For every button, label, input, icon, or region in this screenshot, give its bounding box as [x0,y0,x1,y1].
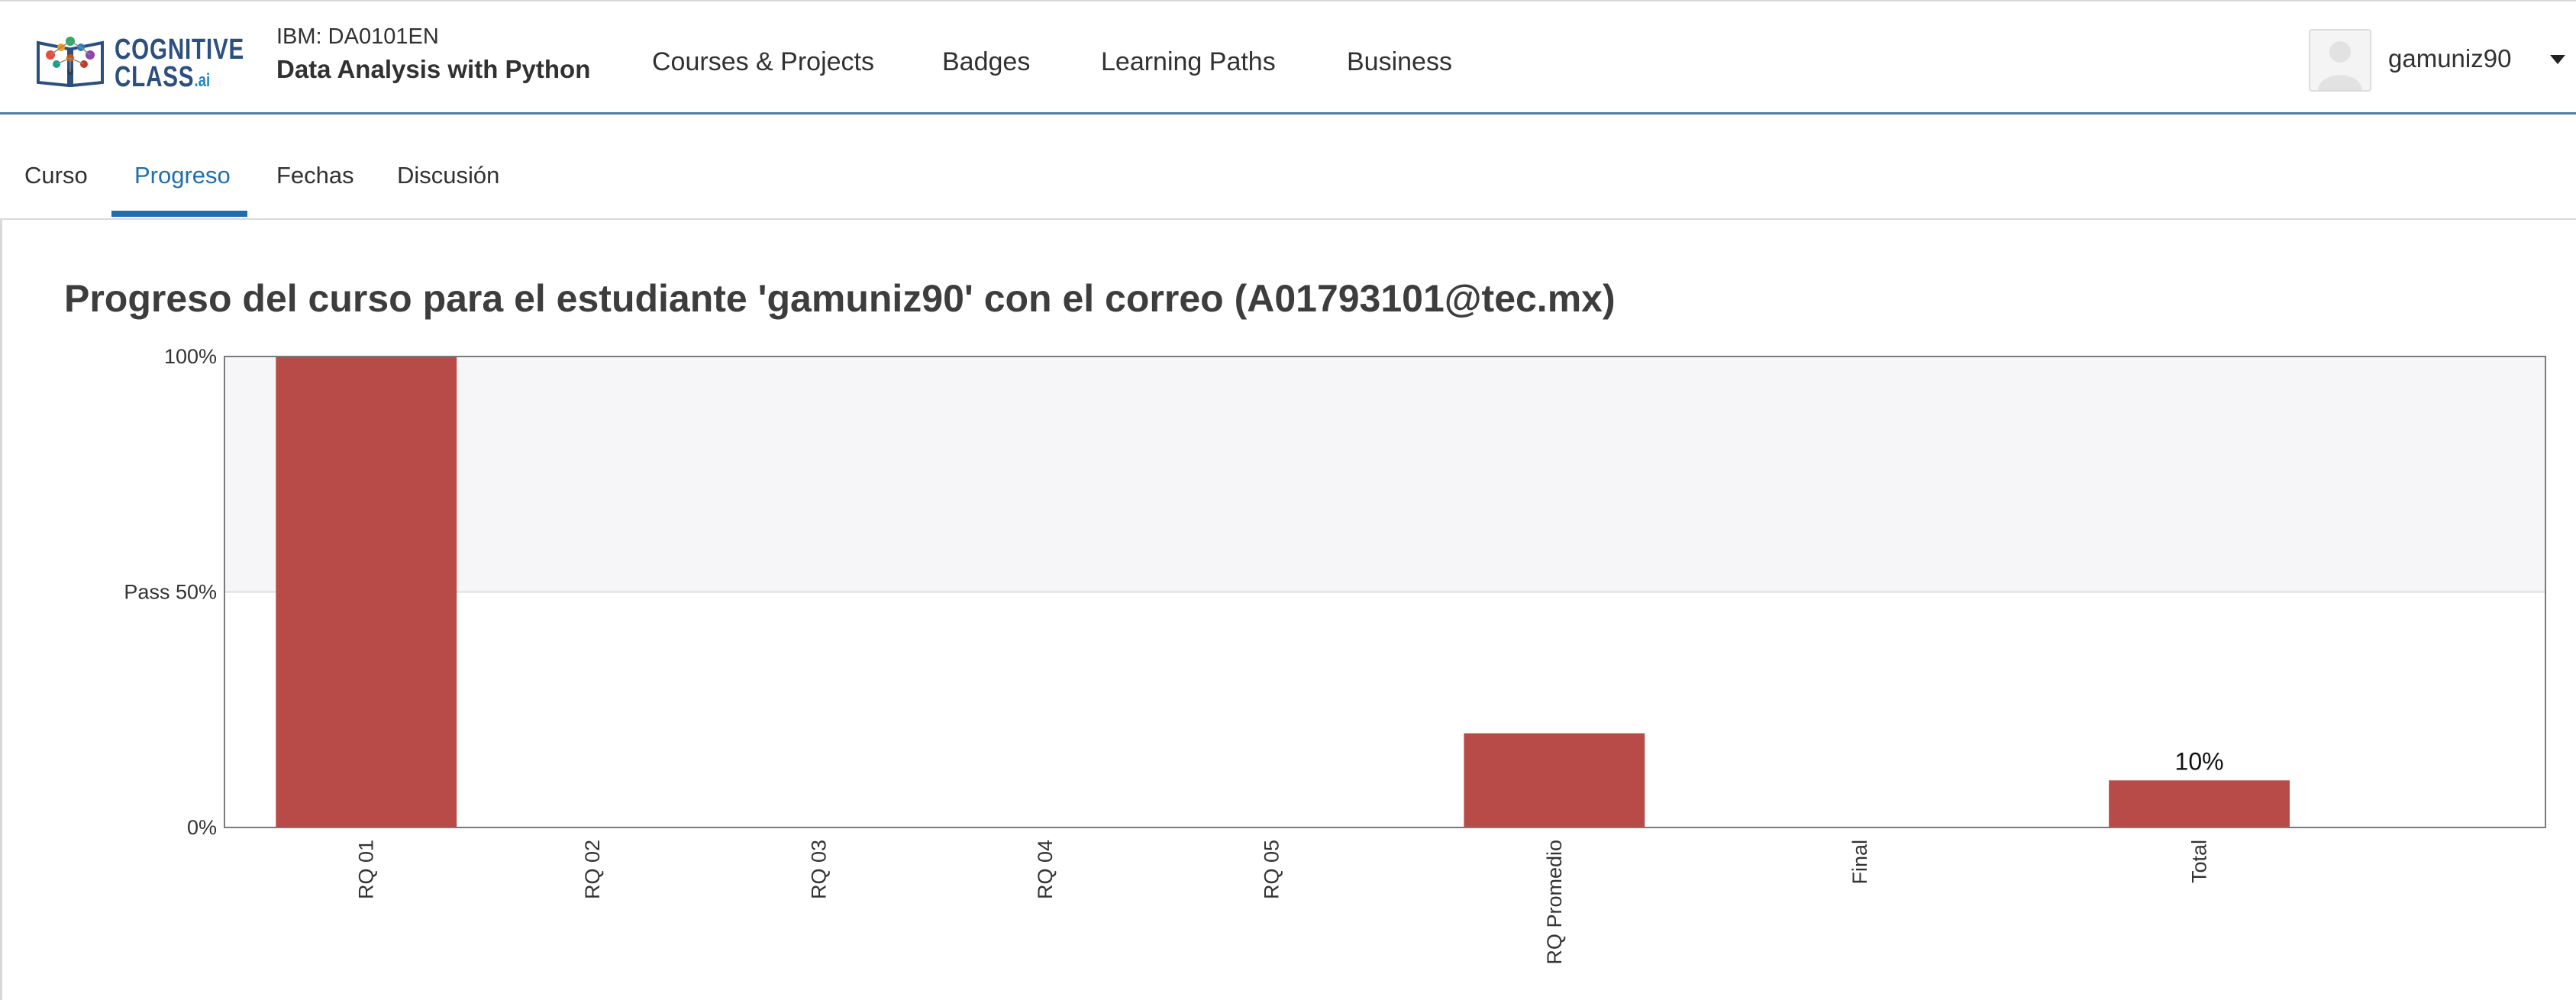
x-tick-label: Total [2188,840,2211,883]
y-tick-label: 100% [164,345,217,368]
y-tick-label: 0% [187,816,217,839]
y-tick-label: Pass 50% [124,581,217,604]
x-tick-label: RQ 03 [808,840,831,899]
x-tick-label: RQ Promedio [1543,840,1566,965]
pass-band [224,356,2545,592]
x-tick-label: Final [1848,840,1871,885]
bar [2109,780,2290,827]
bar [1464,733,1645,827]
data-label: 10% [2175,747,2224,775]
x-tick-label: RQ 02 [581,840,604,899]
bar [276,356,457,827]
x-tick-label: RQ 04 [1034,840,1057,899]
x-tick-label: RQ 05 [1260,840,1283,899]
x-tick-label: RQ 01 [355,840,378,899]
progress-chart: RQ 01 RQ 02 RQ 03 RQ 04 RQ 05 RQ Promedio Fina… [124,345,2546,965]
